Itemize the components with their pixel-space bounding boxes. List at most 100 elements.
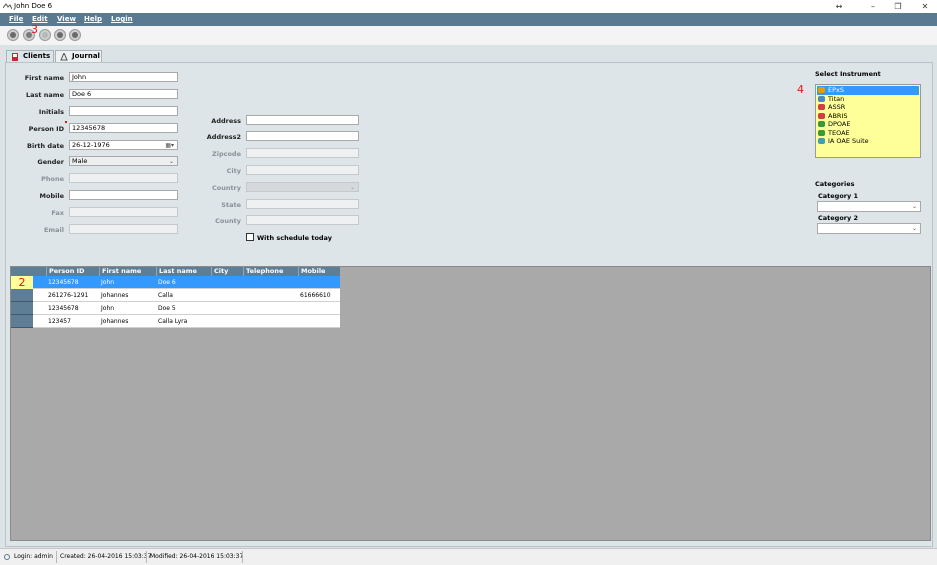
country-label: Country (211, 184, 241, 192)
menu-bar: File Edit View Help Login (0, 13, 937, 26)
cell-first-name: Johannes (101, 292, 129, 299)
calendar-icon[interactable]: ▦▾ (165, 141, 174, 150)
search-icon[interactable] (7, 29, 19, 41)
grid-header: Person ID First name Last name City Tele… (11, 267, 340, 276)
instrument-label: TEOAE (828, 128, 850, 137)
instrument-icon (818, 104, 825, 110)
country-select[interactable]: ⌄ (246, 182, 359, 192)
instrument-icon (818, 95, 825, 102)
last-name-field[interactable]: Doe 6 (69, 89, 178, 99)
close-button[interactable]: ✕ (918, 1, 932, 12)
address2-field[interactable] (246, 131, 359, 141)
gender-label: Gender (37, 158, 64, 166)
select-instrument-title: Select Instrument (815, 70, 881, 78)
menu-edit[interactable]: Edit (32, 15, 48, 23)
city-label: City (226, 167, 241, 175)
instrument-item[interactable]: EPxS (817, 86, 919, 95)
table-row[interactable]: 12345678 John Doe 6 (33, 276, 340, 289)
required-marker (65, 121, 67, 123)
birth-date-field[interactable]: 26-12-1976 ▦▾ (69, 140, 178, 150)
clients-grid: Person ID First name Last name City Tele… (10, 266, 931, 541)
cell-first-name: Johannes (101, 318, 129, 325)
col-first-name[interactable]: First name (99, 267, 156, 276)
journal-icon (60, 53, 68, 61)
app-icon (3, 3, 12, 10)
status-separator (242, 551, 243, 563)
gender-select[interactable]: Male ⌄ (69, 156, 178, 166)
menu-login[interactable]: Login (111, 15, 133, 23)
col-telephone[interactable]: Telephone (243, 267, 298, 276)
person-id-field[interactable]: 12345678 (69, 123, 178, 133)
window-title: John Doe 6 (14, 2, 53, 10)
instrument-icon (818, 112, 825, 119)
save-icon[interactable] (39, 29, 51, 41)
email-field[interactable] (69, 224, 178, 234)
instrument-label: ASSR (828, 103, 846, 111)
row-header[interactable] (11, 289, 33, 302)
tab-journal[interactable]: Journal (55, 50, 102, 62)
col-mobile[interactable]: Mobile (298, 267, 340, 276)
delete-icon[interactable] (54, 29, 66, 41)
schedule-today-checkbox[interactable] (246, 233, 254, 241)
menu-help[interactable]: Help (84, 15, 102, 23)
minimize-button[interactable]: – (866, 1, 880, 12)
annotation-marker-4: 4 (797, 83, 804, 96)
instrument-label: DPOAE (828, 120, 851, 128)
categories-title: Categories (815, 180, 855, 188)
cell-person-id: 123457 (48, 318, 71, 325)
zipcode-label: Zipcode (212, 150, 241, 158)
gender-value: Male (72, 157, 88, 165)
category2-select[interactable]: ⌄ (817, 223, 921, 234)
state-label: State (221, 201, 241, 209)
instrument-item[interactable]: ABRIS (817, 112, 919, 121)
chevron-down-icon: ⌄ (911, 225, 917, 232)
col-city[interactable]: City (211, 267, 243, 276)
category2-label: Category 2 (818, 214, 859, 222)
address2-label: Address2 (206, 133, 241, 141)
row-header[interactable] (11, 302, 33, 315)
tools-icon[interactable] (69, 29, 81, 41)
table-row[interactable]: 261276-1291 Johannes Calla 61666610 (33, 289, 340, 302)
cell-last-name: Doe 6 (158, 279, 176, 286)
instrument-list[interactable]: EPxS Titan ASSR ABRIS DPOAE TEOAE IA OAE Suite (815, 84, 921, 158)
instrument-item[interactable]: ASSR (817, 103, 919, 112)
chevron-down-icon: ⌄ (911, 203, 917, 210)
schedule-today-label: With schedule today (257, 234, 332, 242)
col-last-name[interactable]: Last name (156, 267, 211, 276)
clients-icon (12, 53, 18, 61)
category1-label: Category 1 (818, 192, 859, 200)
instrument-item[interactable]: IA OAE Suite (817, 137, 919, 146)
menu-file[interactable]: File (9, 15, 23, 23)
cell-person-id: 12345678 (48, 279, 79, 286)
initials-field[interactable] (69, 106, 178, 116)
fax-field[interactable] (69, 207, 178, 217)
phone-field[interactable] (69, 173, 178, 183)
county-label: County (215, 217, 241, 225)
instrument-icon (818, 121, 825, 127)
cell-last-name: Doe 5 (158, 305, 176, 312)
instrument-item[interactable]: DPOAE (817, 120, 919, 129)
first-name-field[interactable]: John (69, 72, 178, 82)
menu-view[interactable]: View (57, 15, 76, 23)
annotation-marker-3: 3 (31, 23, 38, 36)
instrument-item[interactable]: TEOAE (817, 129, 919, 138)
cell-person-id: 261276-1291 (48, 292, 89, 299)
table-row[interactable]: 123457 Johannes Calla Lyra (33, 315, 340, 328)
instrument-label: ABRIS (828, 111, 848, 120)
mobile-field[interactable] (69, 190, 178, 200)
status-login: Login: admin (14, 553, 53, 560)
instrument-item[interactable]: Titan (817, 95, 919, 104)
address-field[interactable] (246, 115, 359, 125)
category1-select[interactable]: ⌄ (817, 201, 921, 212)
table-row[interactable]: 12345678 John Doe 5 (33, 302, 340, 315)
col-person-id[interactable]: Person ID (46, 267, 99, 276)
zipcode-field[interactable] (246, 148, 359, 158)
city-field[interactable] (246, 165, 359, 175)
maximize-button[interactable]: ❐ (891, 1, 905, 12)
cell-first-name: John (101, 305, 115, 312)
row-header[interactable] (11, 315, 33, 328)
county-field[interactable] (246, 215, 359, 225)
resize-icon[interactable]: ↔ (832, 1, 846, 12)
initials-label: Initials (38, 108, 64, 116)
state-field[interactable] (246, 199, 359, 209)
